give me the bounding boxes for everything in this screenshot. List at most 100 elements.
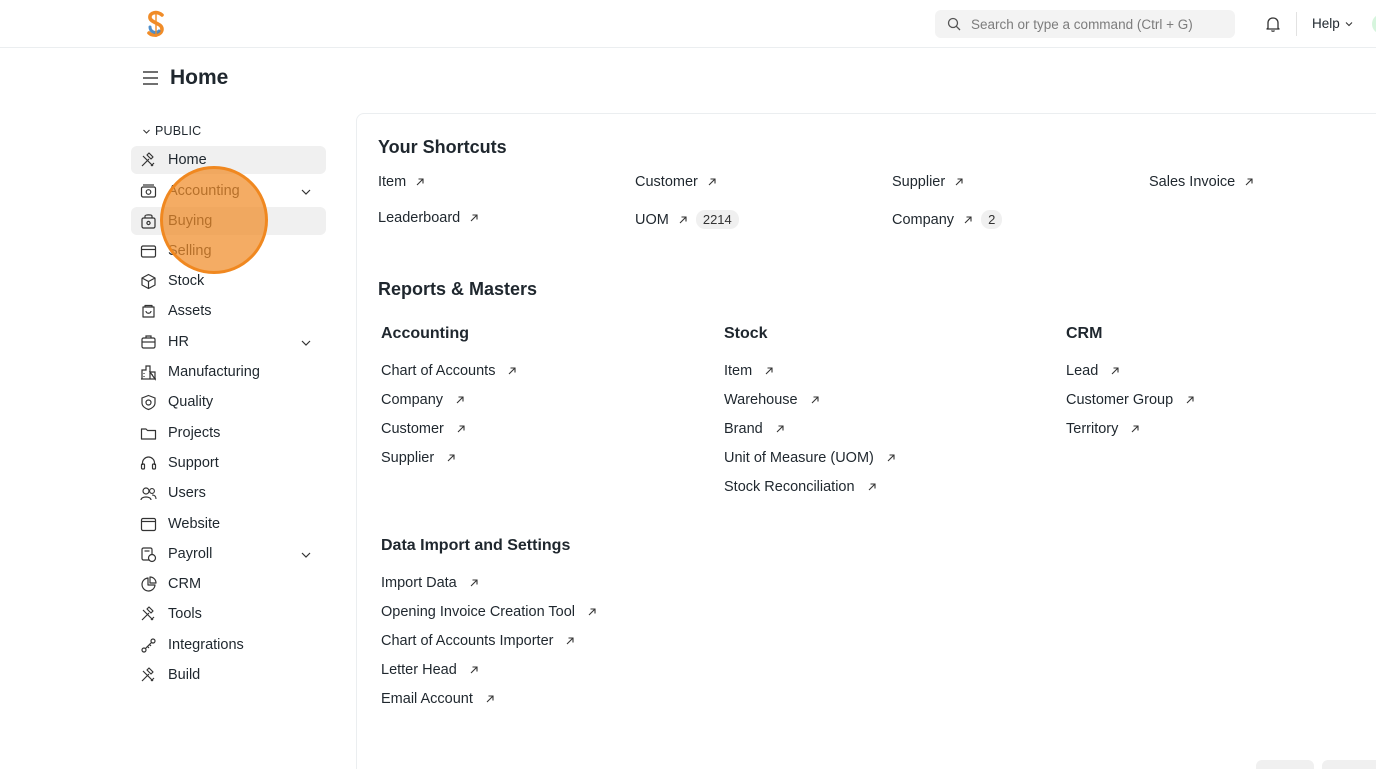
sidebar-item-label: Stock <box>168 273 205 289</box>
sidebar-item-payroll[interactable]: Payroll <box>131 540 326 568</box>
shortcut-sales-invoice[interactable]: Sales Invoice <box>1149 174 1254 190</box>
report-link-company[interactable]: Company <box>381 392 465 408</box>
sidebar-item-label: Tools <box>168 606 202 622</box>
report-link-label: Unit of Measure (UOM) <box>724 450 874 466</box>
sidebar-item-tools[interactable]: Tools <box>131 600 326 628</box>
sidebar-toggle-icon[interactable] <box>142 70 159 86</box>
external-link-arrow-icon <box>1131 425 1139 433</box>
sidebar-item-label: Manufacturing <box>168 364 260 380</box>
projects-icon <box>140 428 157 440</box>
external-link-arrow-icon <box>509 367 517 375</box>
sidebar-item-hr[interactable]: HR <box>131 328 326 356</box>
external-link-arrow-icon <box>955 178 963 186</box>
notification-bell-icon[interactable] <box>1264 15 1282 33</box>
external-link-arrow-icon <box>470 579 478 587</box>
shortcut-leaderboard[interactable]: Leaderboard <box>378 210 479 226</box>
search-input[interactable] <box>971 16 1231 32</box>
chevron-down-icon[interactable] <box>300 186 312 198</box>
sidebar-item-accounting[interactable]: Accounting <box>131 177 326 205</box>
sidebar-item-home[interactable]: Home <box>131 146 326 174</box>
sidebar-item-label: Assets <box>168 303 212 319</box>
chevron-down-icon[interactable] <box>300 337 312 349</box>
report-link-stock-reconciliation[interactable]: Stock Reconciliation <box>724 479 877 495</box>
shortcut-company[interactable]: Company 2 <box>892 210 1003 229</box>
sidebar-item-integrations[interactable]: Integrations <box>131 631 326 659</box>
report-link-label: Email Account <box>381 691 473 707</box>
sidebar-item-selling[interactable]: Selling <box>131 237 326 265</box>
report-link-chart-of-accounts-importer[interactable]: Chart of Accounts Importer <box>381 633 575 649</box>
sidebar-item-quality[interactable]: Quality <box>131 388 326 416</box>
sidebar-item-projects[interactable]: Projects <box>131 419 326 447</box>
sidebar-item-label: Support <box>168 455 219 471</box>
report-link-supplier[interactable]: Supplier <box>381 450 456 466</box>
sidebar-item-build[interactable]: Build <box>131 661 326 689</box>
report-link-customer-group[interactable]: Customer Group <box>1066 392 1195 408</box>
shortcut-label: Item <box>378 174 407 190</box>
footer-button[interactable] <box>1322 760 1376 769</box>
sidebar-item-users[interactable]: Users <box>131 479 326 507</box>
report-link-opening-invoice-creation-tool[interactable]: Opening Invoice Creation Tool <box>381 604 597 620</box>
shortcut-supplier[interactable]: Supplier <box>892 174 964 190</box>
external-link-arrow-icon <box>776 425 784 433</box>
report-link-chart-of-accounts[interactable]: Chart of Accounts <box>381 363 517 379</box>
accounting-icon <box>140 184 157 198</box>
build-icon <box>141 667 155 682</box>
page-title: Home <box>170 66 229 89</box>
report-link-brand[interactable]: Brand <box>724 421 785 437</box>
assets-icon <box>142 304 155 318</box>
chevron-down-icon <box>1345 21 1353 26</box>
report-link-territory[interactable]: Territory <box>1066 421 1140 437</box>
sidebar-item-crm[interactable]: CRM <box>131 570 326 598</box>
sidebar-item-label: Website <box>168 516 221 532</box>
external-link-arrow-icon <box>456 396 464 404</box>
search-bar[interactable] <box>935 10 1235 38</box>
sidebar-item-website[interactable]: Website <box>131 510 326 538</box>
shortcut-item[interactable]: Item <box>378 174 425 190</box>
report-link-label: Chart of Accounts Importer <box>381 633 554 649</box>
users-icon <box>140 487 157 501</box>
report-link-label: Brand <box>724 421 763 437</box>
count-badge: 2 <box>981 210 1003 229</box>
external-link-arrow-icon <box>486 695 494 703</box>
report-link-label: Stock Reconciliation <box>724 479 855 495</box>
sidebar-item-stock[interactable]: Stock <box>131 267 326 295</box>
report-link-label: Import Data <box>381 575 457 591</box>
external-link-arrow-icon <box>1186 396 1194 404</box>
report-link-warehouse[interactable]: Warehouse <box>724 392 820 408</box>
report-link-label: Company <box>381 392 444 408</box>
sidebar-section-public[interactable]: PUBLIC <box>142 124 201 138</box>
report-link-lead[interactable]: Lead <box>1066 363 1120 379</box>
sidebar-item-label: Build <box>168 667 201 683</box>
chevron-down-icon[interactable] <box>300 549 312 561</box>
sidebar-item-label: Users <box>168 485 206 501</box>
shortcut-label: Company <box>892 211 955 228</box>
report-link-import-data[interactable]: Import Data <box>381 575 479 591</box>
external-link-arrow-icon <box>1111 367 1119 375</box>
external-link-arrow-icon <box>1245 178 1253 186</box>
report-link-item[interactable]: Item <box>724 363 774 379</box>
quality-icon <box>141 394 156 411</box>
shortcut-label: UOM <box>635 211 669 228</box>
shortcut-customer[interactable]: Customer <box>635 174 717 190</box>
help-dropdown[interactable]: Help <box>1312 16 1354 31</box>
card-title-stock: Stock <box>724 325 768 342</box>
report-link-unit-of-measure-uom[interactable]: Unit of Measure (UOM) <box>724 450 896 466</box>
report-link-email-account[interactable]: Email Account <box>381 691 495 707</box>
navbar-divider <box>1296 12 1297 36</box>
card-title-crm: CRM <box>1066 325 1103 342</box>
report-link-letter-head[interactable]: Letter Head <box>381 662 479 678</box>
sidebar-item-assets[interactable]: Assets <box>131 297 326 325</box>
app-logo-icon[interactable] <box>144 10 168 38</box>
shortcut-label: Leaderboard <box>378 210 461 226</box>
stock-icon <box>141 273 156 290</box>
footer-button[interactable] <box>1256 760 1314 769</box>
report-link-customer[interactable]: Customer <box>381 421 466 437</box>
sidebar-item-manufacturing[interactable]: Manufacturing <box>131 358 326 386</box>
shortcut-uom[interactable]: UOM 2214 <box>635 210 739 229</box>
external-link-arrow-icon <box>470 666 478 674</box>
sidebar-item-support[interactable]: Support <box>131 449 326 477</box>
sidebar-item-buying[interactable]: Buying <box>131 207 326 235</box>
report-link-label: Item <box>724 363 753 379</box>
avatar[interactable] <box>1372 14 1376 34</box>
shortcuts-title: Your Shortcuts <box>378 137 507 157</box>
